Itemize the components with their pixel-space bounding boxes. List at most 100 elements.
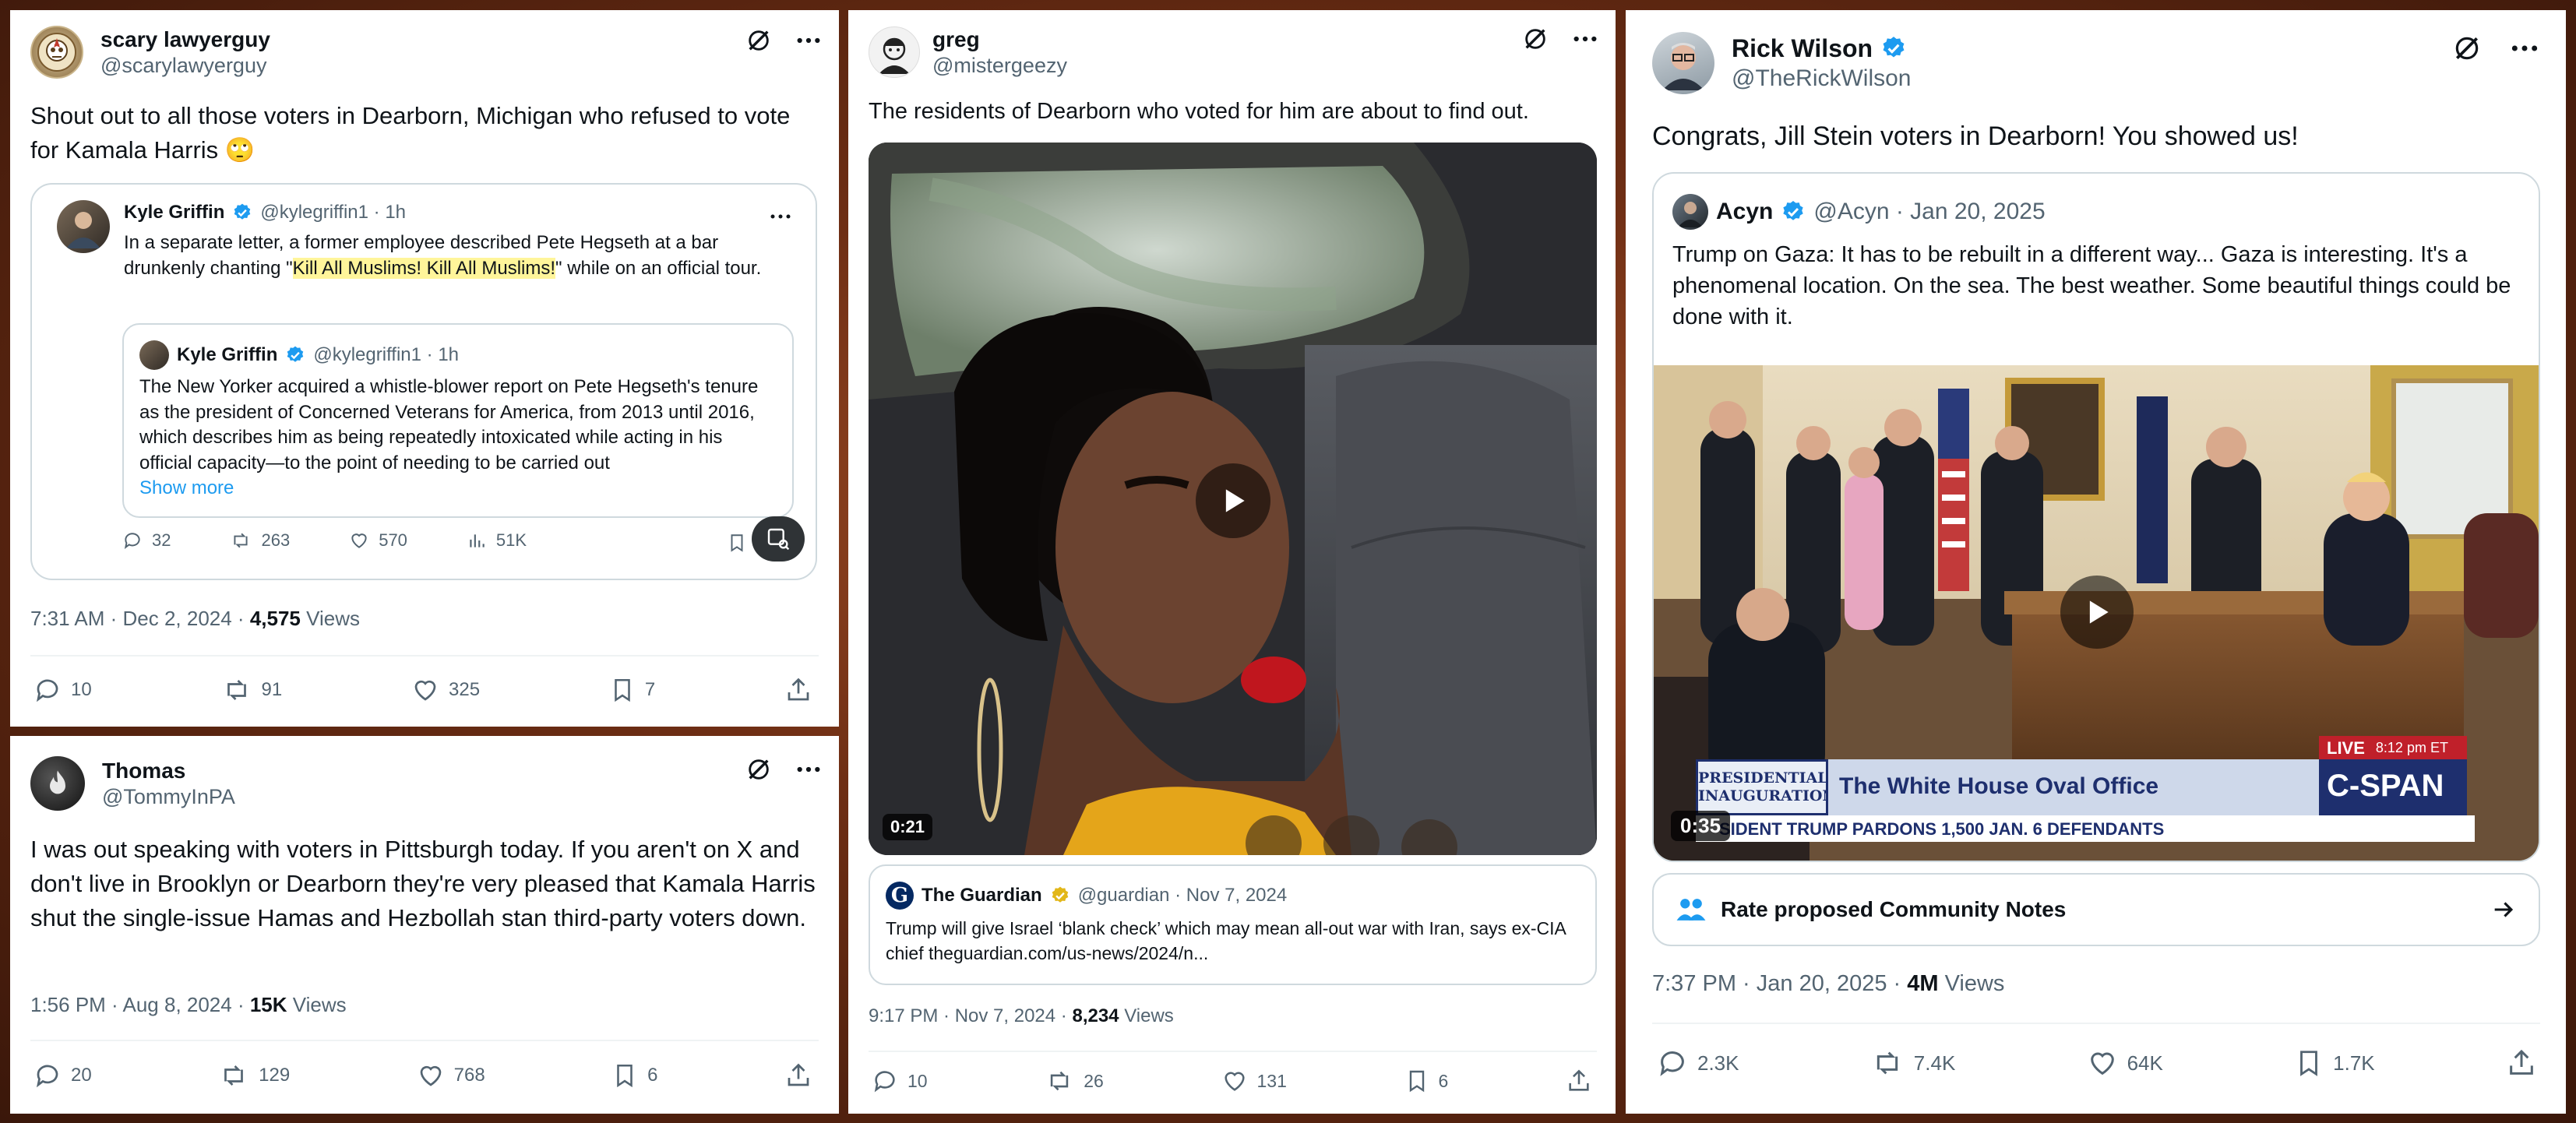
quoted-handle[interactable]: @Acyn · Jan 20, 2025 (1813, 199, 2045, 225)
bookmark-button[interactable]: 6 (1404, 1068, 1448, 1094)
grok-icon[interactable] (745, 756, 772, 783)
link-text: Trump will give Israel ‘blank check’ whi… (886, 918, 1566, 964)
community-notes-label: Rate proposed Community Notes (1721, 897, 2067, 921)
quoted-display-name[interactable]: Acyn (1716, 199, 1773, 225)
heart-icon (2090, 1052, 2114, 1075)
avatar[interactable] (57, 200, 110, 253)
more-icon[interactable] (769, 205, 792, 228)
repost-icon (234, 533, 248, 548)
more-icon[interactable] (795, 27, 822, 54)
like-button[interactable]: 64K (2087, 1047, 2163, 1079)
reply-button[interactable]: 10 (33, 676, 92, 704)
reply-button[interactable]: 2.3K (1657, 1047, 1739, 1079)
display-name[interactable]: scary lawyerguy (100, 26, 270, 53)
quoted-display-name[interactable]: Kyle Griffin (124, 202, 224, 224)
nested-display-name[interactable]: Kyle Griffin (177, 344, 277, 366)
quoted-reply-button[interactable]: 32 (122, 530, 171, 551)
skull-logo-icon (37, 33, 76, 72)
like-button[interactable]: 131 (1221, 1068, 1287, 1094)
bookmark-button[interactable]: 6 (611, 1061, 658, 1090)
play-icon (1225, 489, 1245, 512)
chyron-time: 8:12 pm ET (2375, 740, 2448, 755)
grok-icon[interactable] (745, 27, 772, 54)
bookmark-icon[interactable] (727, 532, 747, 554)
like-button[interactable]: 325 (411, 676, 480, 704)
avatar[interactable] (1672, 194, 1708, 230)
more-icon[interactable] (1572, 26, 1598, 52)
avatar[interactable] (1652, 32, 1714, 94)
quoted-repost-button[interactable]: 263 (230, 530, 290, 551)
bookmark-button[interactable]: 1.7K (2294, 1047, 2375, 1079)
grok-icon[interactable] (2452, 33, 2482, 63)
handle[interactable]: @TheRickWilson (1732, 64, 1912, 93)
handle[interactable]: @TommyInPA (102, 784, 235, 811)
post-meta: 7:37 PM · Jan 20, 2025 · 4M Views (1652, 971, 2005, 996)
share-button[interactable] (784, 676, 812, 704)
avatar[interactable] (30, 26, 83, 79)
community-notes-button[interactable]: Rate proposed Community Notes (1652, 873, 2540, 946)
video-player[interactable]: 0:21 (869, 143, 1597, 855)
bookmark-button[interactable]: 7 (609, 676, 655, 704)
bookmark-icon (1409, 1070, 1424, 1093)
grok-icon[interactable] (1522, 26, 1549, 52)
link-source-handle[interactable]: @guardian · Nov 7, 2024 (1078, 885, 1288, 906)
guardian-logo: G (886, 882, 914, 910)
repost-icon (1876, 1051, 1898, 1075)
repost-button[interactable]: 91 (221, 676, 282, 704)
more-icon[interactable] (795, 756, 822, 783)
translate-image-button[interactable] (752, 516, 805, 562)
quoted-post[interactable]: Kyle Griffin @kylegriffin1 · 1h In a sep… (30, 183, 817, 580)
quoted-views-button[interactable]: 51K (467, 530, 527, 551)
person-icon (66, 212, 100, 248)
bookmark-icon (2300, 1051, 2318, 1076)
link-card[interactable]: G The Guardian @guardian · Nov 7, 2024 T… (869, 864, 1597, 985)
repost-button[interactable]: 129 (218, 1061, 290, 1090)
play-icon (2089, 600, 2109, 624)
quoted-text: In a separate letter, a former employee … (124, 232, 762, 280)
avatar[interactable] (869, 26, 920, 79)
post-card-rickwilson: Rick Wilson @TheRickWilson Congrats, Jil… (1626, 10, 2566, 1114)
nested-handle[interactable]: @kylegriffin1 · 1h (313, 344, 459, 366)
avatar[interactable] (139, 340, 169, 370)
reply-icon (36, 1065, 58, 1088)
reply-button[interactable]: 10 (872, 1068, 928, 1094)
share-button[interactable] (2506, 1047, 2537, 1079)
sketch-portrait-icon (879, 38, 910, 75)
person-icon (1678, 202, 1703, 227)
video-duration: 0:21 (883, 814, 933, 840)
repost-icon (1051, 1071, 1069, 1091)
repost-button[interactable]: 26 (1045, 1068, 1104, 1094)
link-source-name[interactable]: The Guardian (922, 885, 1042, 906)
display-name[interactable]: Thomas (102, 757, 235, 784)
tv-chyron: PRESIDENTIAL INAUGURATION The White Hous… (1696, 736, 2521, 842)
avatar[interactable] (30, 756, 85, 811)
quoted-post[interactable]: Acyn @Acyn · Jan 20, 2025 Trump on Gaza:… (1652, 172, 2540, 862)
quoted-like-button[interactable]: 570 (349, 530, 407, 551)
repost-button[interactable]: 7.4K (1870, 1047, 1955, 1079)
share-button[interactable] (784, 1061, 812, 1090)
people-icon (1676, 899, 1706, 921)
share-icon (788, 678, 809, 701)
show-more-link[interactable]: Show more (139, 477, 242, 499)
repost-icon (224, 1065, 244, 1086)
nested-quoted-post[interactable]: Kyle Griffin @kylegriffin1 · 1h The New … (122, 323, 794, 518)
display-name[interactable]: greg (932, 26, 1067, 53)
reply-button[interactable]: 20 (33, 1061, 92, 1090)
share-icon (2510, 1049, 2533, 1075)
heart-icon (351, 533, 367, 548)
play-button[interactable] (1196, 463, 1270, 538)
handle[interactable]: @scarylawyerguy (100, 53, 270, 79)
share-button[interactable] (1566, 1068, 1592, 1094)
like-button[interactable]: 768 (417, 1061, 485, 1090)
more-icon[interactable] (2510, 33, 2539, 63)
display-name[interactable]: Rick Wilson (1732, 33, 1912, 64)
play-button[interactable] (2060, 576, 2134, 649)
repost-icon (227, 680, 246, 700)
verified-badge-icon (234, 203, 251, 220)
video-player[interactable]: PRESIDENTIAL INAUGURATION The White Hous… (1654, 365, 2539, 861)
post-card-greg: greg @mistergeezy The residents of Dearb… (848, 10, 1616, 1114)
post-meta: 1:56 PM · Aug 8, 2024 · 15K Views (30, 993, 347, 1016)
share-icon (788, 1063, 809, 1086)
handle[interactable]: @mistergeezy (932, 53, 1067, 79)
quoted-handle[interactable]: @kylegriffin1 · 1h (260, 202, 406, 224)
